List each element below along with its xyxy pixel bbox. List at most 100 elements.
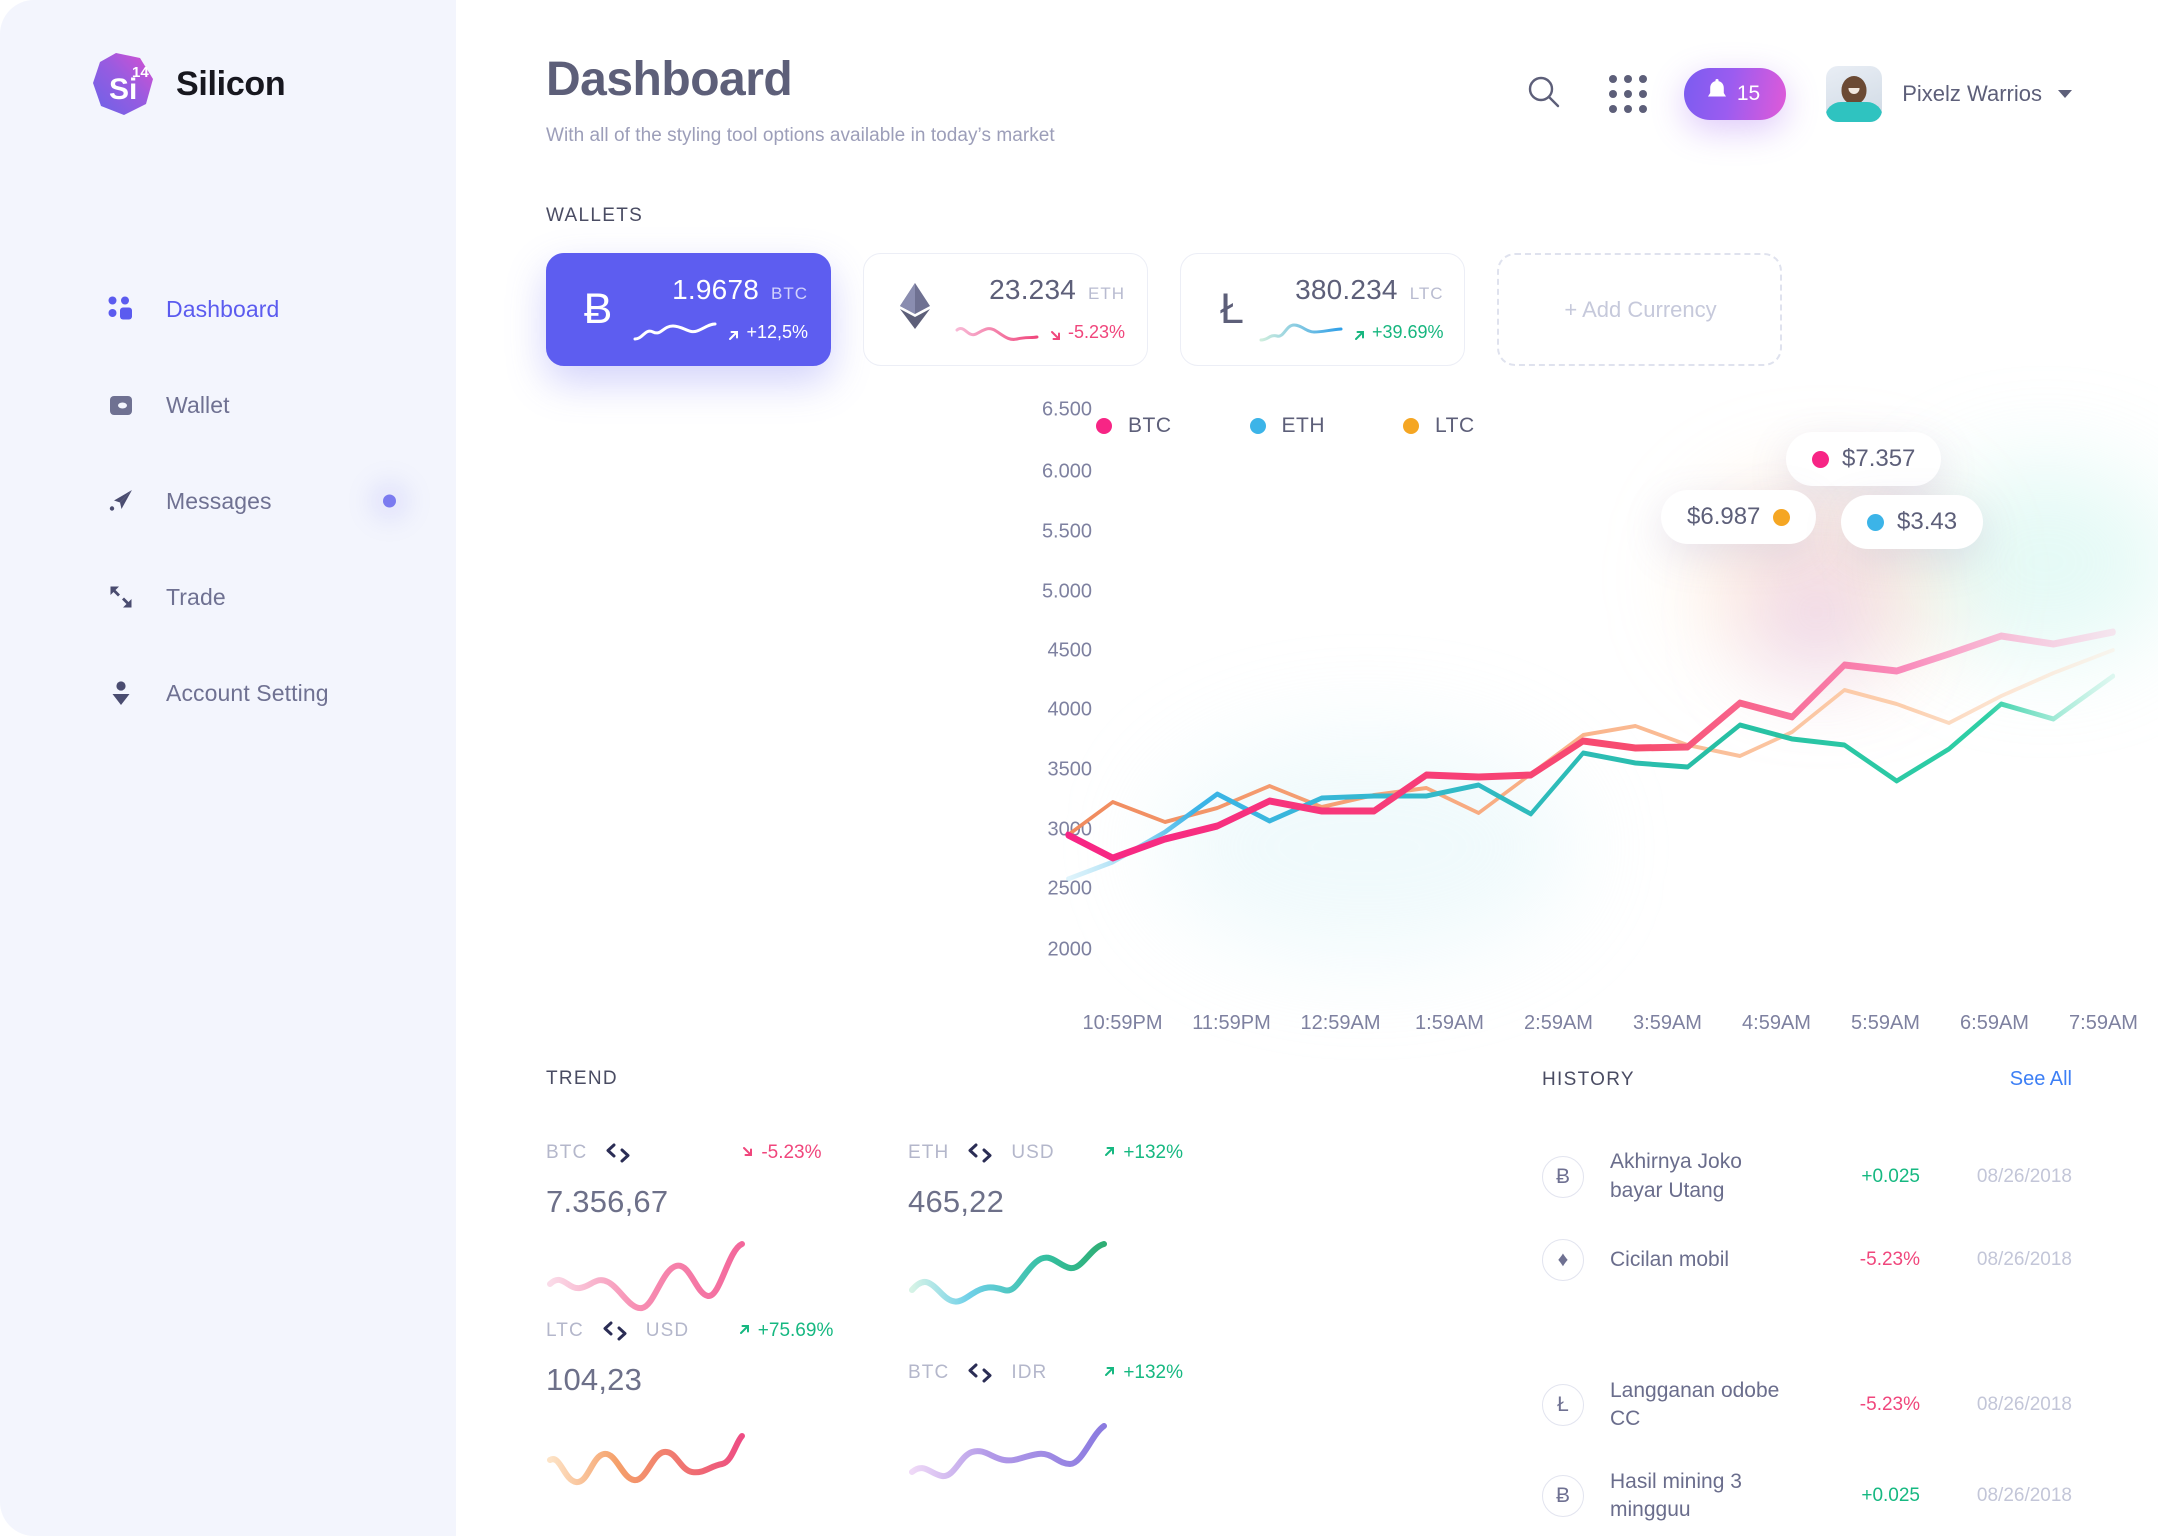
wallet-card-body: 23.234 ETH -5.23% bbox=[942, 274, 1125, 346]
top-bar: Dashboard With all of the styling tool o… bbox=[456, 0, 2158, 147]
see-all-link[interactable]: See All bbox=[2010, 1068, 2072, 1091]
bitcoin-icon: Ƀ bbox=[1542, 1155, 1584, 1198]
tooltip-value: $6.987 bbox=[1687, 503, 1761, 531]
wallet-change-value: -5.23% bbox=[1067, 322, 1125, 343]
messages-unread-dot bbox=[383, 494, 396, 508]
wallet-icon bbox=[104, 388, 138, 422]
trend-sparkline-ltc bbox=[546, 1406, 846, 1494]
wallet-change-value: +12,5% bbox=[746, 322, 808, 343]
tooltip-dot-ltc bbox=[1773, 508, 1791, 526]
page-title: Dashboard bbox=[546, 53, 793, 106]
wallet-sparkline bbox=[633, 320, 717, 346]
wallet-change-value: +39.69% bbox=[1372, 322, 1444, 343]
chart-tooltip-ltc: $6.987 bbox=[1661, 490, 1817, 545]
ethereum-icon: ♦ bbox=[1542, 1238, 1584, 1281]
notifications-button[interactable]: 15 bbox=[1683, 68, 1787, 120]
dashboard-app: Si 14 Silicon Dashboard Wallet Messages … bbox=[0, 0, 2158, 1536]
x-tick: 12:59AM bbox=[1300, 1012, 1381, 1035]
bell-icon bbox=[1706, 79, 1728, 109]
sidebar-item-wallet[interactable]: Wallet bbox=[0, 380, 456, 430]
history-row[interactable]: ♦ Cicilan mobil -5.23% 08/26/2018 bbox=[1542, 1222, 2072, 1298]
history-amount: +0.025 bbox=[1861, 1165, 1920, 1187]
x-tick: 10:59PM bbox=[1082, 1012, 1163, 1035]
wallets-row: Ƀ 1.9678 BTC +12,5% 23.234 ETH -5.23% Ł … bbox=[456, 227, 2158, 367]
apps-button[interactable] bbox=[1600, 66, 1656, 122]
sidebar-item-messages[interactable]: Messages bbox=[0, 476, 456, 526]
tooltip-value: $3.43 bbox=[1897, 508, 1958, 536]
user-name[interactable]: Pixelz Warrios bbox=[1902, 81, 2042, 107]
trend-to-currency: USD bbox=[645, 1320, 690, 1342]
chevron-down-icon[interactable] bbox=[2058, 90, 2072, 98]
tooltip-dot-eth bbox=[1867, 513, 1884, 531]
history-row[interactable]: Ƀ Akhirnya Joko bayar Utang +0.025 08/26… bbox=[1542, 1131, 2072, 1222]
wallet-ticker: BTC bbox=[771, 283, 808, 303]
trend-from-currency: ETH bbox=[908, 1142, 950, 1164]
trend-value: 465,22 bbox=[908, 1184, 1005, 1220]
page-subtitle: With all of the styling tool options ava… bbox=[546, 125, 1055, 147]
x-tick: 7:59AM bbox=[2069, 1012, 2138, 1035]
wallet-sparkline bbox=[955, 320, 1039, 346]
history-row[interactable]: Ƀ Hasil mining 3 mingguu +0.025 08/26/20… bbox=[1542, 1451, 2072, 1536]
swap-arrows-icon bbox=[602, 1321, 628, 1341]
wallet-sparkline bbox=[1259, 320, 1343, 346]
wallet-card-btc[interactable]: Ƀ 1.9678 BTC +12,5% bbox=[546, 253, 831, 367]
sidebar-item-dashboard[interactable]: Dashboard bbox=[0, 284, 456, 334]
x-tick: 2:59AM bbox=[1524, 1012, 1593, 1035]
trend-change: -5.23% bbox=[741, 1142, 822, 1164]
wallet-change: +12,5% bbox=[727, 322, 808, 343]
trade-arrows-icon bbox=[104, 580, 138, 614]
arrow-down-icon bbox=[1049, 326, 1062, 341]
chart-tooltip-btc: $7.357 bbox=[1786, 432, 1942, 487]
history-amount: -5.23% bbox=[1859, 1394, 1920, 1416]
history-row[interactable]: Ł Langganan odobe CC -5.23% 08/26/2018 bbox=[1542, 1360, 2072, 1451]
arrow-down-icon bbox=[741, 1142, 754, 1164]
silicon-logo-icon: Si 14 bbox=[92, 52, 154, 116]
trend-sparkline-eth bbox=[908, 1228, 1208, 1316]
add-currency-button[interactable]: + Add Currency bbox=[1497, 253, 1782, 367]
sidebar-item-trade[interactable]: Trade bbox=[0, 572, 456, 622]
trend-change-value: +132% bbox=[1123, 1362, 1184, 1384]
tooltip-dot-btc bbox=[1812, 450, 1829, 468]
litecoin-icon: Ł bbox=[1542, 1384, 1584, 1427]
wallet-card-eth[interactable]: 23.234 ETH -5.23% bbox=[863, 253, 1148, 367]
trend-to-currency: USD bbox=[1011, 1142, 1055, 1164]
bitcoin-icon: Ƀ bbox=[583, 285, 613, 334]
arrow-up-icon bbox=[738, 1320, 751, 1342]
history-amount: -5.23% bbox=[1859, 1248, 1920, 1270]
top-actions: 15 Pixelz Warrios bbox=[1516, 52, 2072, 122]
x-tick: 11:59PM bbox=[1192, 1012, 1271, 1035]
history-title: Akhirnya Joko bayar Utang bbox=[1610, 1150, 1742, 1202]
trend-card-eth[interactable]: ETH USD +132% 465,22 bbox=[908, 1142, 1270, 1320]
search-button[interactable] bbox=[1516, 66, 1572, 122]
arrow-up-icon bbox=[1353, 326, 1366, 341]
trend-card-ltc[interactable]: LTC USD +75.69% 104,23 bbox=[546, 1320, 908, 1498]
avatar-body bbox=[1826, 102, 1883, 122]
x-tick: 6:59AM bbox=[1960, 1012, 2029, 1035]
x-tick: 5:59AM bbox=[1851, 1012, 1920, 1035]
swap-arrows-icon bbox=[605, 1143, 631, 1163]
ethereum-icon bbox=[888, 281, 942, 339]
history-date: 08/26/2018 bbox=[1976, 1165, 2072, 1187]
wallets-section-label: WALLETS bbox=[546, 205, 644, 227]
search-icon bbox=[1526, 74, 1562, 115]
trend-change-value: +132% bbox=[1123, 1142, 1184, 1164]
wallet-amount: 23.234 bbox=[989, 273, 1076, 305]
history-section-label: HISTORY bbox=[1542, 1069, 1635, 1091]
trend-change-value: -5.23% bbox=[761, 1142, 822, 1164]
wallet-card-ltc[interactable]: Ł 380.234 LTC +39.69% bbox=[1180, 253, 1465, 367]
history-title: Hasil mining 3 mingguu bbox=[1610, 1469, 1742, 1521]
wallet-change: +39.69% bbox=[1353, 322, 1444, 343]
trend-card-btc[interactable]: BTC -5.23% 7.356,67 bbox=[546, 1142, 908, 1320]
trend-card-idr[interactable]: BTC IDR +132% bbox=[908, 1362, 1270, 1536]
x-tick: 4:59AM bbox=[1742, 1012, 1811, 1035]
avatar[interactable] bbox=[1826, 66, 1883, 122]
sidebar-item-account-setting[interactable]: Account Setting bbox=[0, 668, 456, 718]
trend-to-currency: IDR bbox=[1011, 1362, 1048, 1384]
arrow-up-icon bbox=[1103, 1362, 1116, 1384]
wallet-change: -5.23% bbox=[1049, 322, 1125, 343]
trend-section-label: TREND bbox=[546, 1068, 618, 1090]
x-tick: 1:59AM bbox=[1415, 1012, 1484, 1035]
brand-logo[interactable]: Si 14 Silicon bbox=[0, 0, 456, 116]
trend-from-currency: BTC bbox=[546, 1142, 588, 1164]
apps-grid-icon bbox=[1608, 75, 1647, 113]
